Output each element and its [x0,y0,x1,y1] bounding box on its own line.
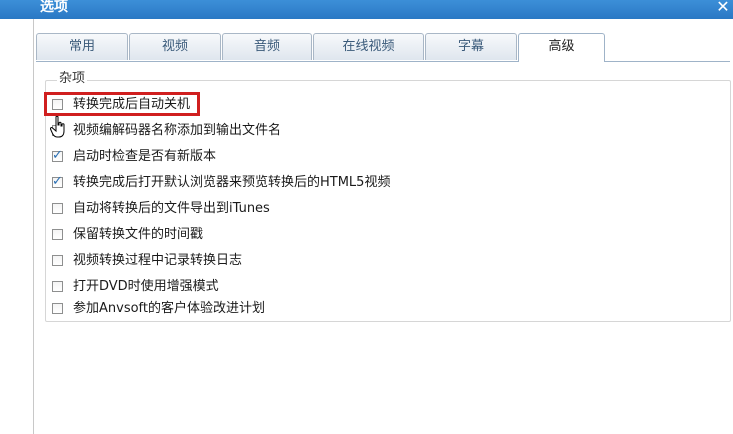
option-label[interactable]: 转换完成后打开默认浏览器来预览转换后的HTML5视频 [73,174,390,192]
option-label[interactable]: 自动将转换后的文件导出到iTunes [73,200,270,218]
tab-advanced[interactable]: 高级 [518,33,605,62]
tab-video[interactable]: 视频 [129,33,221,60]
window-divider [33,19,34,434]
option-label[interactable]: 打开DVD时使用增强模式 [73,278,219,296]
checkbox-keep-timestamp[interactable] [52,229,63,240]
tab-online-video[interactable]: 在线视频 [313,33,424,60]
checkmark-icon: ✓ [52,174,63,189]
title-bar: 选项 ✕ [0,0,733,19]
option-label[interactable]: 启动时检查是否有新版本 [73,148,216,166]
checkmark-icon: ✓ [52,148,63,163]
tab-subtitles[interactable]: 字幕 [425,33,517,60]
checkbox-check-updates[interactable]: ✓ [52,148,63,163]
option-label[interactable]: 视频转换过程中记录转换日志 [73,252,242,270]
hand-cursor-icon [50,116,65,138]
checkbox-export-itunes[interactable] [52,203,63,214]
tab-general[interactable]: 常用 [36,33,128,60]
option-label[interactable]: 参加Anvsoft的客户体验改进计划 [73,300,265,318]
checkbox-conversion-log[interactable] [52,255,63,266]
close-icon[interactable]: ✕ [715,0,731,16]
tab-audio[interactable]: 音频 [222,33,312,60]
tab-bar: 常用 视频 音频 在线视频 字幕 高级 [36,33,730,62]
highlight-box [44,92,200,116]
option-label[interactable]: 视频编解码器名称添加到输出文件名 [73,122,281,140]
checkbox-experience-program[interactable] [52,303,63,314]
checkbox-dvd-enhanced-mode[interactable] [52,281,63,292]
window-title: 选项 [40,0,68,15]
option-label[interactable]: 保留转换文件的时间戳 [73,226,203,244]
checkbox-open-html5-preview[interactable]: ✓ [52,174,63,189]
misc-group-label: 杂项 [57,71,88,87]
